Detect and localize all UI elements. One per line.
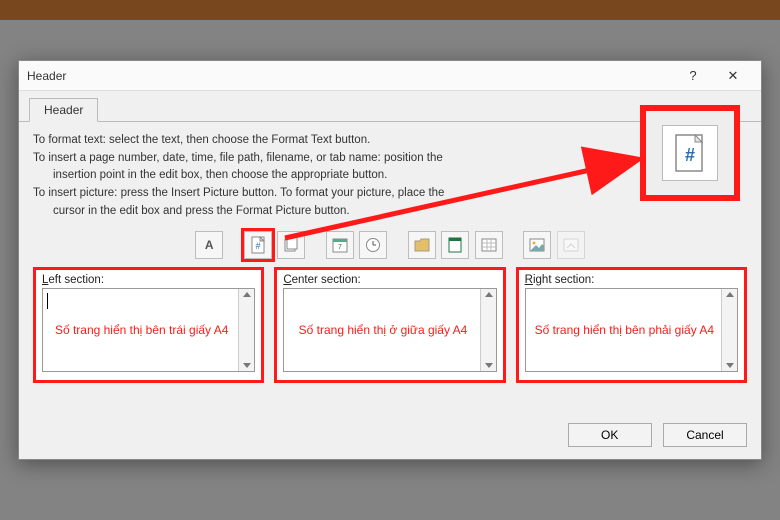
right-section-input[interactable]: Số trang hiển thị bên phải giấy A4 — [525, 288, 738, 372]
insert-time-button[interactable] — [359, 231, 387, 259]
cancel-button[interactable]: Cancel — [663, 423, 747, 447]
insert-picture-button[interactable] — [523, 231, 551, 259]
right-annotation: Số trang hiển thị bên phải giấy A4 — [531, 323, 732, 337]
insert-page-number-button[interactable]: # — [244, 231, 272, 259]
insert-date-button[interactable]: 7 — [326, 231, 354, 259]
help-button[interactable]: ? — [673, 62, 713, 90]
svg-text:#: # — [685, 145, 695, 165]
dialog-buttons: OK Cancel — [560, 423, 747, 447]
left-section: Left section: Số trang hiển thị bên trái… — [33, 267, 264, 383]
right-section-label: Right section: — [525, 274, 738, 286]
text-cursor — [47, 293, 48, 309]
svg-text:#: # — [255, 241, 260, 251]
page-number-callout: # — [640, 105, 740, 201]
insert-sheet-name-button[interactable] — [475, 231, 503, 259]
close-button[interactable]: ✕ — [713, 62, 753, 90]
format-picture-button[interactable] — [557, 231, 585, 259]
scrollbar[interactable] — [480, 289, 496, 371]
header-toolbar: A # 7 — [33, 231, 747, 259]
center-section-label: Center section: — [283, 274, 496, 286]
dialog-titlebar: Header ? ✕ — [19, 61, 761, 91]
header-sections: Left section: Số trang hiển thị bên trái… — [33, 267, 747, 383]
page-number-icon: # — [662, 125, 718, 181]
right-section: Right section: Số trang hiển thị bên phả… — [516, 267, 747, 383]
instruction-line: cursor in the edit box and press the For… — [33, 203, 747, 220]
svg-text:7: 7 — [338, 244, 342, 251]
center-annotation: Số trang hiển thị ở giữa giấy A4 — [295, 323, 486, 337]
insert-number-of-pages-button[interactable] — [277, 231, 305, 259]
insert-file-path-button[interactable] — [408, 231, 436, 259]
center-section: Center section: Số trang hiển thị ở giữa… — [274, 267, 505, 383]
left-section-input[interactable]: Số trang hiển thị bên trái giấy A4 — [42, 288, 255, 372]
ok-button[interactable]: OK — [568, 423, 652, 447]
dialog-title: Header — [27, 69, 673, 83]
tab-header[interactable]: Header — [29, 98, 98, 122]
center-section-input[interactable]: Số trang hiển thị ở giữa giấy A4 — [283, 288, 496, 372]
left-annotation: Số trang hiển thị bên trái giấy A4 — [51, 323, 246, 337]
insert-file-name-button[interactable] — [441, 231, 469, 259]
scrollbar[interactable] — [721, 289, 737, 371]
scrollbar[interactable] — [238, 289, 254, 371]
left-section-label: Left section: — [42, 274, 255, 286]
format-text-button[interactable]: A — [195, 231, 223, 259]
